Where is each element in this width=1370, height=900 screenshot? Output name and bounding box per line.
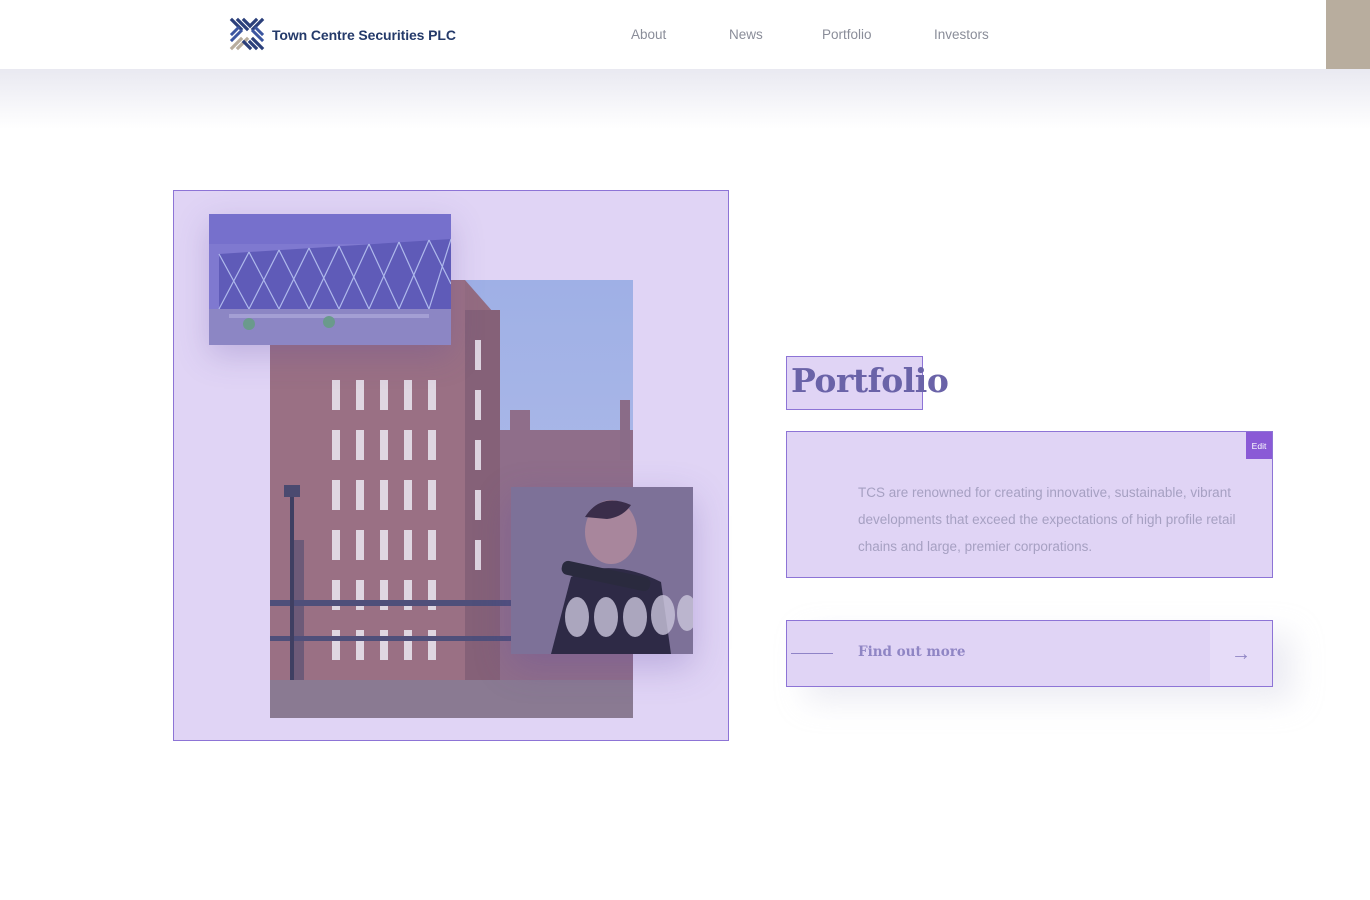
cta-arrow-container[interactable]: → — [1210, 621, 1272, 686]
find-out-more-label: Find out more — [858, 644, 966, 660]
edit-button[interactable]: Edit — [1246, 432, 1272, 459]
canopy-building-image — [209, 214, 451, 345]
menu-toggle[interactable] — [1326, 0, 1370, 69]
nav-about[interactable]: About — [631, 27, 666, 42]
arrow-right-icon: → — [1231, 642, 1251, 665]
find-out-more-button[interactable]: Find out more → — [786, 620, 1273, 687]
header-shadow — [0, 69, 1370, 129]
portfolio-description: TCS are renowned for creating innovative… — [858, 485, 1236, 554]
portfolio-heading-box: Portfolio — [786, 356, 949, 410]
brand-name[interactable]: Town Centre Securities PLC — [272, 27, 456, 43]
nav-news[interactable]: News — [729, 27, 763, 42]
nav-portfolio[interactable]: Portfolio — [822, 27, 872, 42]
portfolio-description-box: Edit TCS are renowned for creating innov… — [786, 431, 1273, 578]
portfolio-heading: Portfolio — [791, 361, 949, 400]
nav-investors[interactable]: Investors — [934, 27, 989, 42]
tcs-logo-icon[interactable] — [229, 17, 265, 51]
cta-line-decoration — [791, 653, 833, 654]
pouring-wine-image — [511, 487, 693, 654]
site-header: Town Centre Securities PLC About News Po… — [0, 0, 1370, 69]
